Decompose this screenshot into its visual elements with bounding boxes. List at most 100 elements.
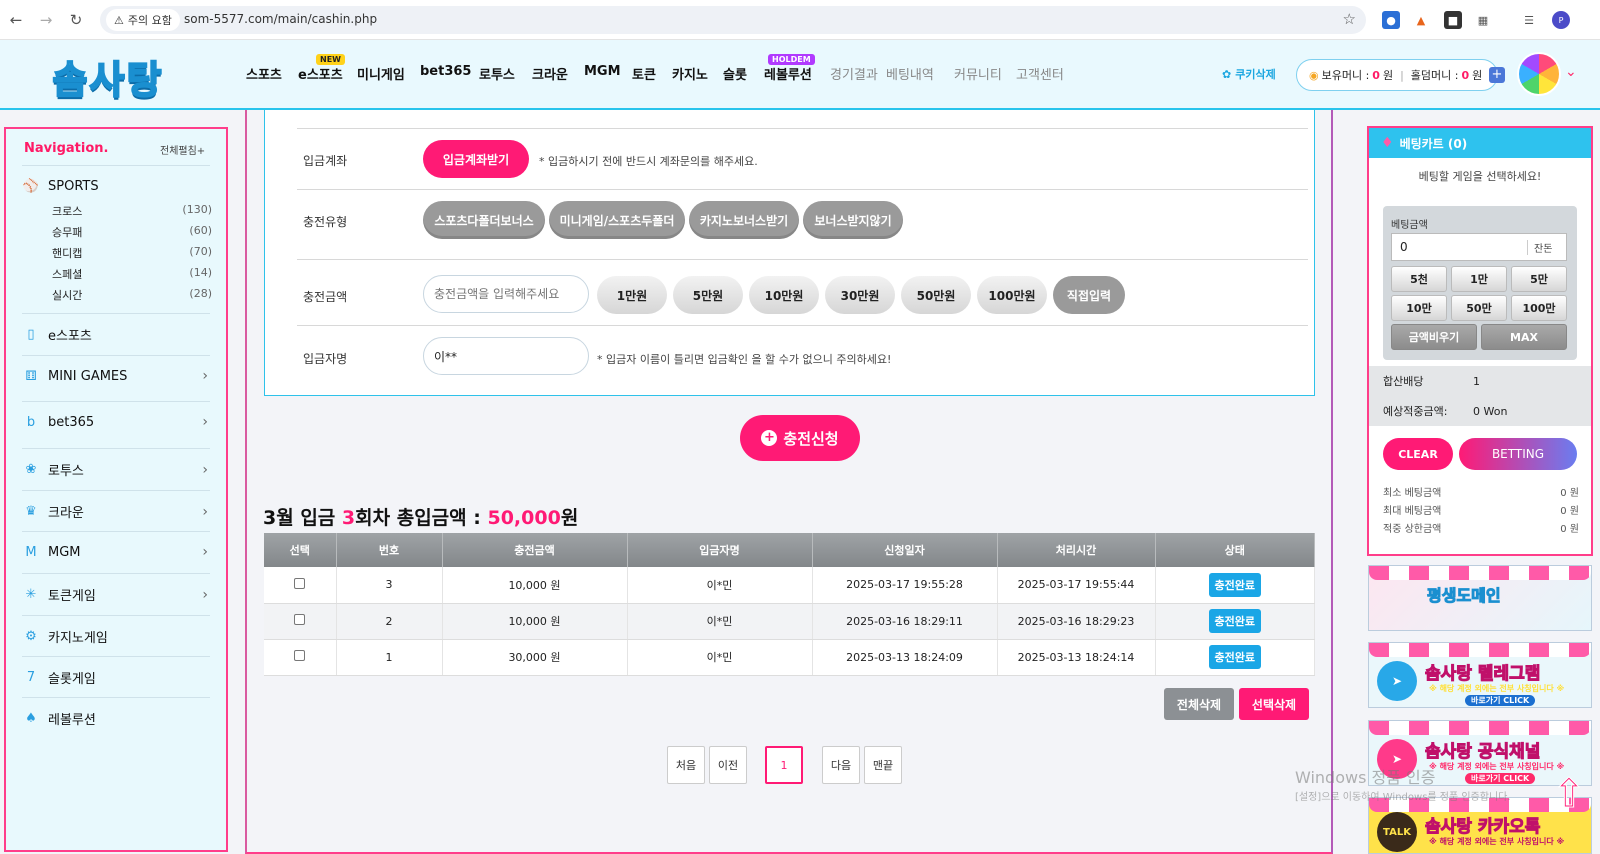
quick-10k-button[interactable]: 1만 <box>1451 266 1507 292</box>
cookie-delete-button[interactable]: ✿ 쿠키삭제 <box>1222 66 1276 82</box>
menu-item[interactable]: bet365 <box>420 64 471 79</box>
expand-all-button[interactable]: 전체펼침+ <box>160 142 205 157</box>
row-checkbox[interactable] <box>294 650 306 661</box>
max-button[interactable]: MAX <box>1481 324 1567 350</box>
page-last-button[interactable]: 맨끝 <box>864 746 902 784</box>
change-button[interactable]: 잔돈 <box>1527 240 1552 255</box>
nav-item[interactable]: 7 슬롯게임 <box>22 668 212 687</box>
nav-item[interactable]: ✳ 토큰게임 › <box>22 585 212 605</box>
deposit-submit-button[interactable]: + 충전신청 <box>740 415 860 461</box>
amount-1m-button[interactable]: 100만원 <box>977 276 1047 314</box>
chevron-down-icon[interactable]: ⌄ <box>1565 64 1577 80</box>
scroll-top-arrow-icon[interactable]: ⇧ <box>1548 774 1590 824</box>
charge-plus-button[interactable]: + <box>1489 67 1505 83</box>
nav-item[interactable]: M MGM › <box>22 543 212 561</box>
row-checkbox[interactable] <box>294 577 306 589</box>
mouse-icon: ▯ <box>27 327 35 342</box>
depositor-label: 입금자명 <box>303 352 348 366</box>
bookmark-star-icon[interactable]: ☆ <box>1343 10 1356 28</box>
amount-input[interactable] <box>423 275 589 313</box>
address-bar[interactable]: ⚠ 주의 요함 som-5577.com/main/cashin.php ☆ <box>100 6 1366 34</box>
avatar[interactable] <box>1517 52 1561 96</box>
quick-500k-button[interactable]: 50만 <box>1451 295 1507 321</box>
menu-item[interactable]: 커뮤니티 <box>954 64 1002 83</box>
betting-button[interactable]: BETTING <box>1459 438 1577 470</box>
sports-subitem[interactable]: 핸디캡 (70) <box>52 245 212 261</box>
quick-50k-button[interactable]: 5만 <box>1511 266 1567 292</box>
sports-subitem[interactable]: 스페셜 (14) <box>52 266 212 282</box>
nav-item[interactable]: ▯ e스포츠 <box>22 325 212 344</box>
amount-300k-button[interactable]: 30만원 <box>825 276 895 314</box>
banner-telegram[interactable]: ➤ 솜사탕 텔레그램 ※ 해당 계정 외에는 전부 사칭입니다 ※ 바로가기 C… <box>1368 642 1592 708</box>
banner-warning: ※ 해당 계정 외에는 전부 사칭입니다 ※ <box>1429 837 1565 846</box>
quick-5k-button[interactable]: 5천 <box>1391 266 1447 292</box>
nav-item[interactable]: ♠ 레볼루션 <box>22 709 212 728</box>
puzzle-icon[interactable]: ▦ <box>1474 11 1492 29</box>
sports-subitem[interactable]: 승무패 (60) <box>52 224 212 240</box>
divider <box>297 189 1308 190</box>
profile-icon[interactable]: P <box>1552 11 1570 29</box>
divider <box>22 615 210 616</box>
table-row: 3 10,000 원 이*민 2025-03-17 19:55:28 2025-… <box>264 567 1315 604</box>
delete-selected-button[interactable]: 선택삭제 <box>1239 688 1309 720</box>
menu-item[interactable]: 미니게임 <box>357 64 405 83</box>
request-account-button[interactable]: 입금계좌받기 <box>423 140 529 178</box>
nav-item[interactable]: ❀ 로투스 › <box>22 460 212 480</box>
security-warning[interactable]: ⚠ 주의 요함 <box>106 9 180 31</box>
quick-1m-button[interactable]: 100만 <box>1511 295 1567 321</box>
depositor-input[interactable] <box>423 337 589 375</box>
banner-domain[interactable]: 평생도메인 <box>1368 565 1592 631</box>
type-mini-sports-button[interactable]: 미니게임/스포츠두폴더 <box>549 201 685 239</box>
menu-item[interactable]: 베팅내역 <box>886 64 934 83</box>
extension-icon[interactable]: ■ <box>1444 11 1462 29</box>
menu-item[interactable]: e스포츠 <box>298 64 343 83</box>
site-logo[interactable]: 솜사탕 <box>38 50 178 103</box>
column-header: 입금자명 <box>627 533 813 567</box>
nav-item-label: 슬롯게임 <box>48 672 96 687</box>
nav-item[interactable]: ♛ 크라운 › <box>22 502 212 522</box>
menu-item[interactable]: 경기결과 <box>830 64 878 83</box>
page-prev-button[interactable]: 이전 <box>709 746 747 784</box>
row-checkbox[interactable] <box>294 614 306 625</box>
sports-subitem[interactable]: 크로스 (130) <box>52 203 212 219</box>
chevron-right-icon: › <box>202 503 208 520</box>
clear-amount-button[interactable]: 금액비우기 <box>1391 324 1477 350</box>
reload-icon[interactable]: ↻ <box>66 10 86 30</box>
menu-item[interactable]: 크라운 <box>532 64 568 83</box>
nav-item[interactable]: ⚅ MINI GAMES › <box>22 367 212 385</box>
type-sports-bonus-button[interactable]: 스포츠다폴더보너스 <box>423 201 545 239</box>
url-text[interactable]: som-5577.com/main/cashin.php <box>184 12 377 26</box>
delete-all-button[interactable]: 전체삭제 <box>1164 688 1234 720</box>
type-no-bonus-button[interactable]: 보너스받지않기 <box>803 201 903 239</box>
amount-500k-button[interactable]: 50만원 <box>901 276 971 314</box>
menu-item[interactable]: 카지노 <box>672 64 708 83</box>
quick-100k-button[interactable]: 10만 <box>1391 295 1447 321</box>
dice-icon: ⚅ <box>25 368 37 384</box>
forward-icon[interactable]: → <box>36 10 56 30</box>
sports-subitem[interactable]: 실시간 (28) <box>52 287 212 303</box>
nav-item[interactable]: b bet365 › <box>22 413 212 431</box>
amount-100k-button[interactable]: 10만원 <box>749 276 819 314</box>
direct-input-button[interactable]: 직접입력 <box>1053 276 1125 314</box>
menu-item[interactable]: 슬롯 <box>723 64 747 83</box>
metamask-icon[interactable]: ▲ <box>1412 11 1430 29</box>
page-current[interactable]: 1 <box>765 746 803 784</box>
menu-item[interactable]: MGM <box>584 64 621 79</box>
cart-clear-button[interactable]: CLEAR <box>1383 438 1453 470</box>
amount-10k-button[interactable]: 1만원 <box>597 276 667 314</box>
amount-50k-button[interactable]: 5만원 <box>673 276 743 314</box>
page-first-button[interactable]: 처음 <box>667 746 705 784</box>
menu-item[interactable]: 토큰 <box>632 64 656 83</box>
extension-icon[interactable]: ● <box>1382 11 1400 29</box>
menu-item[interactable]: 스포츠 <box>246 64 282 83</box>
media-icon[interactable]: ☰ <box>1520 11 1538 29</box>
divider <box>22 490 210 491</box>
page-next-button[interactable]: 다음 <box>822 746 860 784</box>
menu-item[interactable]: 고객센터 <box>1016 64 1064 83</box>
menu-item[interactable]: 로투스 <box>479 64 515 83</box>
nav-item-sports[interactable]: ⚾ SPORTS <box>22 177 212 195</box>
nav-item[interactable]: ⚙ 카지노게임 <box>22 627 212 646</box>
type-casino-bonus-button[interactable]: 카지노보너스받기 <box>689 201 799 239</box>
menu-item[interactable]: 레볼루션 <box>764 64 812 83</box>
back-icon[interactable]: ← <box>6 10 26 30</box>
